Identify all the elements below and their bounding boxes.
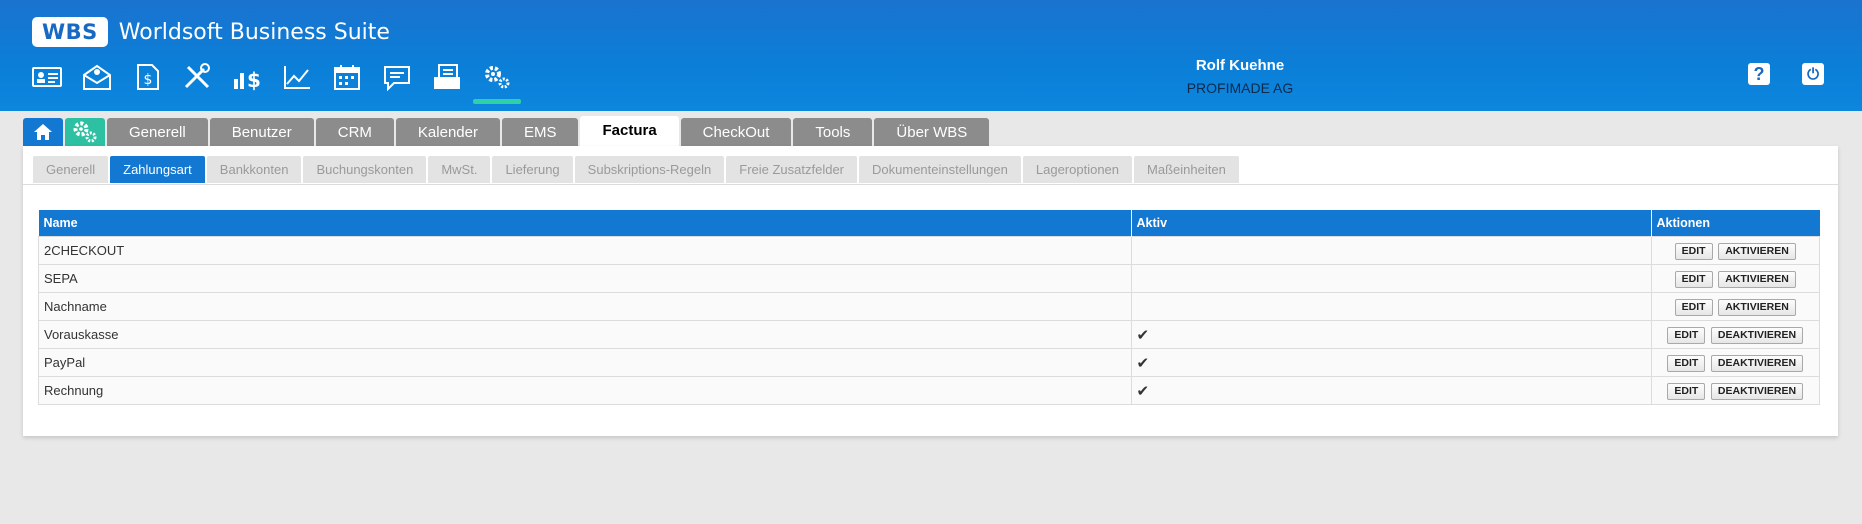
checkmark-icon: ✔ (1130, 376, 1652, 405)
activate-button[interactable]: AKTIVIEREN (1718, 298, 1796, 316)
main-tab-bar: Generell Benutzer CRM Kalender EMS Factu… (23, 116, 991, 146)
table-row: Vorauskasse ✔ EDIT DEAKTIVIEREN (38, 320, 1820, 349)
activate-button[interactable]: AKTIVIEREN (1718, 270, 1796, 288)
settings-tab[interactable] (65, 118, 105, 146)
settings-gears-icon[interactable] (473, 60, 521, 104)
user-info: Rolf Kuehne PROFIMADE AG (1140, 57, 1340, 96)
payment-methods-table: Name Aktiv Aktionen 2CHECKOUT EDIT AKTIV… (38, 210, 1820, 405)
logo-mark: WBS (32, 17, 108, 47)
module-toolbar: $ $ (30, 60, 530, 104)
cell-name: Vorauskasse (38, 320, 1132, 349)
home-icon (34, 124, 52, 140)
app-title: Worldsoft Business Suite (118, 19, 390, 45)
activate-button[interactable]: AKTIVIEREN (1718, 242, 1796, 260)
user-name: Rolf Kuehne (1195, 57, 1285, 74)
deactivate-button[interactable]: DEAKTIVIEREN (1710, 382, 1804, 400)
cell-aktiv (1130, 264, 1652, 293)
edit-button[interactable]: EDIT (1674, 298, 1713, 316)
sub-tab-bar: Generell Zahlungsart Bankkonten Buchungs… (33, 156, 1241, 183)
divider (23, 184, 1838, 185)
app-logo[interactable]: WBS Worldsoft Business Suite (32, 15, 390, 49)
subtab-dokumenteinstellungen[interactable]: Dokumenteinstellungen (859, 156, 1021, 183)
content-panel: Generell Zahlungsart Bankkonten Buchungs… (23, 146, 1838, 436)
table-row: Nachname EDIT AKTIVIEREN (38, 292, 1820, 321)
svg-text:$: $ (247, 68, 261, 91)
calendar-icon[interactable] (330, 60, 364, 94)
subtab-bankkonten[interactable]: Bankkonten (206, 156, 302, 183)
tab-factura[interactable]: Factura (580, 116, 679, 146)
cell-actions: EDIT AKTIVIEREN (1650, 264, 1820, 293)
table-row: Rechnung ✔ EDIT DEAKTIVIEREN (38, 376, 1820, 405)
power-icon[interactable]: ⏻ (1802, 63, 1824, 85)
app-header: WBS Worldsoft Business Suite $ $ Rolf Ku… (0, 0, 1862, 111)
cell-actions: EDIT DEAKTIVIEREN (1650, 320, 1820, 349)
cell-actions: EDIT AKTIVIEREN (1650, 292, 1820, 321)
cell-actions: EDIT AKTIVIEREN (1650, 236, 1820, 265)
tab-checkout[interactable]: CheckOut (680, 118, 792, 146)
tab-kalender[interactable]: Kalender (395, 118, 500, 146)
subtab-lageroptionen[interactable]: Lageroptionen (1022, 156, 1133, 183)
checkmark-icon: ✔ (1130, 348, 1652, 377)
edit-button[interactable]: EDIT (1667, 354, 1706, 372)
invoice-icon[interactable] (430, 60, 464, 94)
subtab-lieferung[interactable]: Lieferung (492, 156, 573, 183)
cell-aktiv (1130, 236, 1652, 265)
table-header-row: Name Aktiv Aktionen (38, 210, 1820, 237)
cell-name: PayPal (38, 348, 1132, 377)
column-header-name[interactable]: Name (38, 210, 1132, 237)
tab-crm[interactable]: CRM (315, 118, 394, 146)
subtab-subskriptions-regeln[interactable]: Subskriptions-Regeln (574, 156, 725, 183)
edit-button[interactable]: EDIT (1667, 326, 1706, 344)
tab-tools[interactable]: Tools (793, 118, 873, 146)
subtab-buchungskonten[interactable]: Buchungskonten (303, 156, 427, 183)
cell-aktiv (1130, 292, 1652, 321)
help-icon[interactable]: ? (1748, 63, 1770, 85)
home-tab[interactable] (23, 118, 63, 146)
table-row: PayPal ✔ EDIT DEAKTIVIEREN (38, 348, 1820, 377)
tab-ueber-wbs[interactable]: Über WBS (874, 118, 990, 146)
document-dollar-icon[interactable]: $ (130, 60, 164, 94)
cell-actions: EDIT DEAKTIVIEREN (1650, 376, 1820, 405)
column-header-aktionen: Aktionen (1651, 210, 1820, 237)
user-company: PROFIMADE AG (1186, 80, 1294, 96)
subtab-generell[interactable]: Generell (33, 156, 109, 183)
edit-button[interactable]: EDIT (1674, 242, 1713, 260)
cell-name: SEPA (38, 264, 1132, 293)
tab-ems[interactable]: EMS (501, 118, 579, 146)
column-header-aktiv[interactable]: Aktiv (1131, 210, 1652, 237)
table-row: 2CHECKOUT EDIT AKTIVIEREN (38, 236, 1820, 265)
chat-icon[interactable] (380, 60, 414, 94)
edit-button[interactable]: EDIT (1667, 382, 1706, 400)
tab-benutzer[interactable]: Benutzer (209, 118, 314, 146)
svg-text:$: $ (144, 72, 153, 88)
subtab-freie-zusatzfelder[interactable]: Freie Zusatzfelder (726, 156, 858, 183)
line-chart-icon[interactable] (280, 60, 314, 94)
tab-generell[interactable]: Generell (107, 118, 208, 146)
table-row: SEPA EDIT AKTIVIEREN (38, 264, 1820, 293)
deactivate-button[interactable]: DEAKTIVIEREN (1710, 326, 1804, 344)
checkmark-icon: ✔ (1130, 320, 1652, 349)
subtab-mwst[interactable]: MwSt. (428, 156, 491, 183)
cell-name: Rechnung (38, 376, 1132, 405)
contact-card-icon[interactable] (30, 60, 64, 94)
subtab-zahlungsart[interactable]: Zahlungsart (110, 156, 205, 183)
subtab-masseinheiten[interactable]: Maßeinheiten (1134, 156, 1239, 183)
gears-icon (73, 121, 97, 143)
edit-button[interactable]: EDIT (1674, 270, 1713, 288)
tools-icon[interactable] (180, 60, 214, 94)
cell-actions: EDIT DEAKTIVIEREN (1650, 348, 1820, 377)
cell-name: 2CHECKOUT (38, 236, 1132, 265)
deactivate-button[interactable]: DEAKTIVIEREN (1710, 354, 1804, 372)
cell-name: Nachname (38, 292, 1132, 321)
mail-settings-icon[interactable] (80, 60, 114, 94)
sales-chart-icon[interactable]: $ (230, 60, 264, 94)
